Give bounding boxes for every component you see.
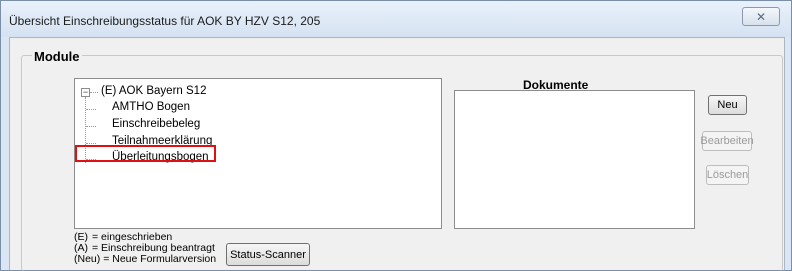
module-group-label: Module (32, 49, 82, 64)
close-icon: ✕ (755, 9, 767, 24)
documents-list[interactable] (454, 90, 695, 229)
new-button[interactable]: Neu (708, 95, 747, 115)
tree-item-einschreibebeleg[interactable]: Einschreibebeleg (112, 118, 200, 130)
legend-key: (Neu) (74, 253, 101, 265)
delete-button[interactable]: Löschen (706, 165, 749, 185)
highlight-box (75, 145, 216, 162)
tree-connector (86, 109, 96, 110)
edit-button[interactable]: Bearbeiten (700, 131, 754, 151)
tree-connector (86, 143, 96, 144)
status-scanner-button[interactable]: Status-Scanner (226, 243, 310, 266)
close-button[interactable]: ✕ (742, 7, 780, 26)
legend-text: = Neue Formularversion (103, 253, 217, 265)
tree-connector (90, 92, 98, 93)
window-title: Übersicht Einschreibungsstatus für AOK B… (9, 14, 321, 28)
collapse-icon[interactable]: − (81, 88, 90, 97)
tree-root-aok-bayern[interactable]: (E) AOK Bayern S12 (101, 85, 206, 97)
tree-item-amtho-bogen[interactable]: AMTHO Bogen (112, 101, 190, 113)
legend-line-neu: (Neu) = Neue Formularversion (74, 253, 216, 265)
title-bar[interactable]: Übersicht Einschreibungsstatus für AOK B… (1, 1, 791, 37)
tree-connector (86, 126, 96, 127)
